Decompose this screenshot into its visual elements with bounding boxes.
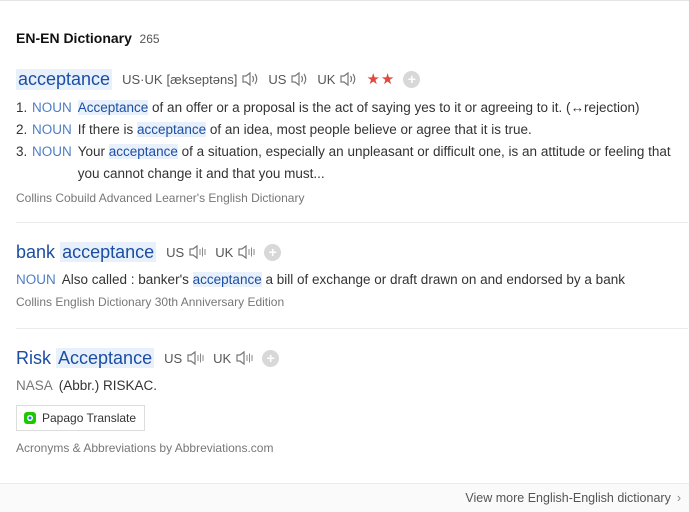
headword-link[interactable]: bank acceptance bbox=[16, 241, 157, 263]
keyword-highlight: Acceptance bbox=[77, 100, 149, 115]
headword-link[interactable]: acceptance bbox=[16, 68, 113, 90]
speaker-icon[interactable] bbox=[338, 70, 358, 88]
speaker-icon[interactable] bbox=[236, 243, 256, 261]
speaker-icon[interactable] bbox=[185, 349, 205, 367]
entry-divider bbox=[16, 328, 688, 329]
speaker-icon[interactable] bbox=[187, 243, 207, 261]
keyword-highlight: acceptance bbox=[108, 144, 178, 159]
part-of-speech: NOUN bbox=[32, 144, 72, 159]
definition-number: 1. bbox=[16, 100, 28, 115]
papago-label: Papago Translate bbox=[42, 411, 137, 425]
definition-item: 3. NOUN Your acceptance of a situation, … bbox=[16, 141, 676, 185]
chevron-right-icon: › bbox=[676, 491, 681, 505]
definition-text: If there is acceptance of an idea, most … bbox=[77, 122, 532, 137]
pron-label-uk: UK bbox=[215, 244, 234, 260]
definition-text: NASA (Abbr.) RISKAC. bbox=[16, 378, 158, 393]
entry-bank-acceptance: bank acceptance US UK + NOUN Also called … bbox=[16, 240, 676, 309]
definition-item: 2. NOUN If there is acceptance of an ide… bbox=[16, 119, 676, 141]
part-of-speech: NOUN bbox=[32, 122, 72, 137]
definition-item: 1. NOUN Acceptance of an offer or a prop… bbox=[16, 97, 676, 119]
definition-text: Acceptance of an offer or a proposal is … bbox=[77, 100, 640, 115]
dictionary-header: EN-EN Dictionary 265 bbox=[16, 30, 160, 46]
pron-label-us: US bbox=[268, 71, 287, 87]
definition-number: 3. bbox=[16, 144, 28, 159]
dictionary-source[interactable]: Collins English Dictionary 30th Annivers… bbox=[16, 295, 676, 309]
part-of-speech: NOUN bbox=[32, 100, 72, 115]
dictionary-source[interactable]: Collins Cobuild Advanced Learner's Engli… bbox=[16, 191, 676, 205]
definition-list: 1. NOUN Acceptance of an offer or a prop… bbox=[16, 97, 676, 185]
footer-bar: View more English-English dictionary › bbox=[0, 483, 689, 512]
dictionary-panel: EN-EN Dictionary 265 acceptance US·UK [æ… bbox=[0, 0, 689, 512]
phonetic-transcription: [ækseptəns] bbox=[166, 71, 238, 87]
definition-number: 2. bbox=[16, 122, 28, 137]
add-to-wordbook-icon[interactable]: + bbox=[262, 349, 280, 367]
speaker-icon[interactable] bbox=[234, 349, 254, 367]
pron-label-uk: UK bbox=[317, 71, 336, 87]
entry-divider bbox=[16, 222, 688, 223]
keyword-highlight: acceptance bbox=[137, 122, 207, 137]
definition-text: Your acceptance of a situation, especial… bbox=[77, 144, 671, 181]
papago-icon bbox=[23, 411, 37, 425]
add-to-wordbook-icon[interactable]: + bbox=[264, 243, 282, 261]
dictionary-title: EN-EN Dictionary bbox=[16, 30, 132, 46]
pron-label-uk: UK bbox=[213, 350, 232, 366]
star-rating: ★★ bbox=[366, 71, 396, 88]
dictionary-source[interactable]: Acronyms & Abbreviations by Abbreviation… bbox=[16, 441, 676, 455]
add-to-wordbook-icon[interactable]: + bbox=[403, 70, 421, 88]
view-more-link[interactable]: View more English-English dictionary › bbox=[465, 491, 681, 505]
pron-label-us: US bbox=[166, 244, 185, 260]
keyword-highlight: acceptance bbox=[192, 272, 262, 287]
entry-risk-acceptance: Risk Acceptance US UK + NASA (Abbr.) RISK… bbox=[16, 346, 676, 455]
speaker-icon[interactable] bbox=[240, 70, 260, 88]
pron-label-us: US bbox=[164, 350, 183, 366]
entry-acceptance: acceptance US·UK [ækseptəns] US UK ★★ + … bbox=[16, 67, 676, 205]
part-of-speech: NASA bbox=[16, 378, 53, 393]
pron-label-us-uk: US·UK bbox=[122, 71, 163, 87]
result-count: 265 bbox=[139, 32, 160, 46]
papago-translate-button[interactable]: Papago Translate bbox=[16, 405, 146, 431]
headword-link[interactable]: Risk Acceptance bbox=[16, 347, 155, 369]
definition-text: NOUN Also called : banker's acceptance a … bbox=[16, 272, 625, 287]
speaker-icon[interactable] bbox=[289, 70, 309, 88]
part-of-speech: NOUN bbox=[16, 272, 56, 287]
